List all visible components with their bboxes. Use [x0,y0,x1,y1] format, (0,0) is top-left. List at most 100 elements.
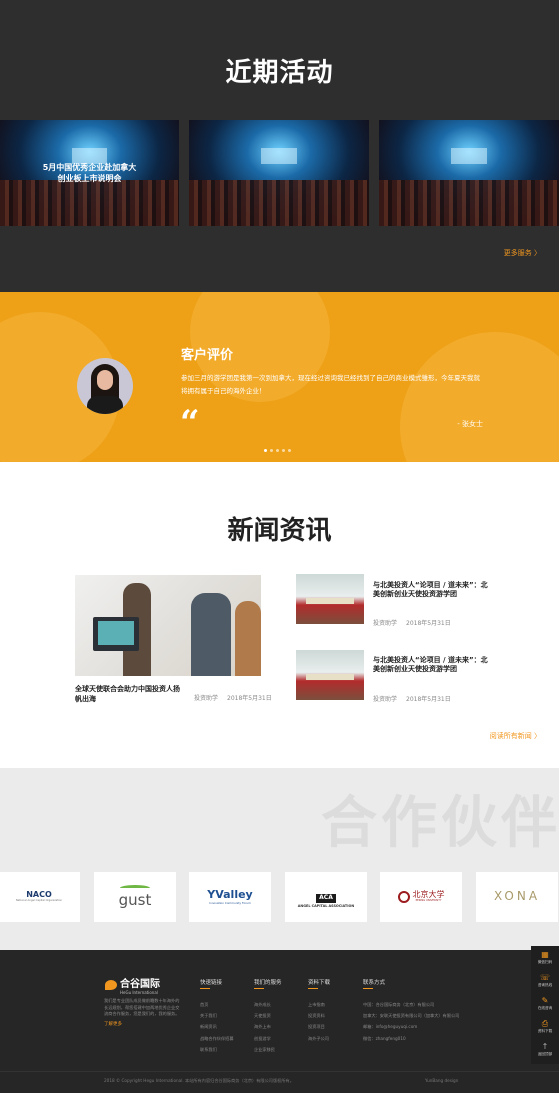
footer-link[interactable]: 天使投资 [254,1010,282,1021]
carousel-dot[interactable] [270,449,273,452]
page: 近期活动 5月中国优秀企业赴加拿大 创业板上市说明会 更多服务 〉 客户评价 参… [0,0,559,1093]
footer-link[interactable]: 创投游学 [254,1033,282,1044]
partner-logo-aca[interactable]: ACA ANGEL CAPITAL ASSOCIATION [285,872,367,922]
logo-text: 合谷国际 [120,979,160,990]
side-label: 微信扫码 [537,960,553,964]
news-item-title[interactable]: 与北美投资人“论项目 / 道未来”：北美创新创业天使投资游学团 [373,581,493,599]
side-label: 资料下载 [537,1029,553,1033]
copyright-text: 2018 © Copyright Hegu International. 本站所… [104,1078,294,1083]
image-person [191,593,231,676]
partners-bg-title: 合作伙伴 [321,791,559,856]
download-icon: ⎙ [541,1019,549,1028]
news-main-image[interactable] [75,575,261,676]
news-item-meta: 投资助学 2018年5月31日 [373,618,460,627]
partner-logo-gust[interactable]: gust [94,872,176,922]
contact-item: 中国：合谷国际商务（北京）有限公司 [363,1002,435,1007]
contact-email[interactable]: 邮箱：info@heguyuqi.com [363,1021,459,1032]
news-item-image[interactable] [296,574,364,624]
footer-column-services: 我们的服务 海外成长 天使投资 海外上市 创投游学 企业家移民 [254,978,282,1055]
divider [254,988,264,989]
image-banner [306,674,354,680]
partner-logo-naco[interactable]: NACO National Angel Capital Organization [0,872,80,922]
news-date: 2018年5月31日 [227,695,272,702]
partner-name: ACA [316,894,336,903]
logo-sub: HeGu International [120,990,158,995]
footer-link[interactable]: 首页 [200,999,234,1010]
side-toolbar: ▦ 微信扫码 ☏ 咨询热线 ✎ 在线咨询 ⎙ 资料下载 ↑ 返回顶部 [531,946,559,1064]
carousel-dot[interactable] [264,449,267,452]
footer-more-link[interactable]: 了解更多 [104,1021,122,1027]
partners-section: 合作伙伴 NACO National Angel Capital Organiz… [0,768,559,950]
news-category: 投资助学 [373,620,398,627]
divider [0,1071,559,1072]
side-label: 在线咨询 [537,1006,553,1010]
image-banner [306,598,354,604]
footer-column-title: 我们的服务 [254,980,282,986]
partner-logo-xona[interactable]: XONA [476,872,558,922]
stage-screen [261,148,297,164]
footer-link[interactable]: 上市指南 [308,999,330,1010]
partner-sub: ANGEL CAPITAL ASSOCIATION [297,903,355,908]
image-person [235,601,261,676]
side-consult-button[interactable]: ✎ 在线咨询 [531,992,559,1015]
carousel-dot[interactable] [276,449,279,452]
carousel-dot[interactable] [288,449,291,452]
side-hotline-button[interactable]: ☏ 咨询热线 [531,969,559,992]
audience-image [0,180,179,226]
side-wechat-button[interactable]: ▦ 微信扫码 [531,946,559,969]
pku-emblem-icon [397,891,410,903]
footer-link[interactable]: 新闻资讯 [200,1021,234,1032]
event-card[interactable]: 5月中国优秀企业赴加拿大 创业板上市说明会 [0,120,179,226]
footer-column-quick-links: 快速链接 首页 关于我们 新闻资讯 战略合作伙伴招募 联系我们 [200,978,234,1055]
partner-sub: National Angel Capital Organization [15,898,63,902]
news-main-meta: 投资助学 2018年5月31日 [194,693,281,702]
review-author: - 张女士 [457,420,483,428]
design-credit: YunBang design [425,1078,459,1083]
side-back-to-top-button[interactable]: ↑ 返回顶部 [531,1038,559,1061]
divider [363,988,373,989]
stage-screen [451,148,487,164]
side-download-button[interactable]: ⎙ 资料下载 [531,1015,559,1038]
footer-column-title: 快速链接 [200,980,223,986]
footer-logo[interactable]: 合谷国际 HeGu International [105,975,160,995]
partner-logo-pku[interactable]: 北京大学 PEKING UNIVERSITY [380,872,462,922]
footer-link[interactable]: 投资项目 [308,1021,330,1032]
news-item-title[interactable]: 与北美投资人“论项目 / 道未来”：北美创新创业天使投资游学团 [373,656,493,674]
news-item-meta: 投资助学 2018年5月31日 [373,694,460,703]
footer-link[interactable]: 联系我们 [200,1044,234,1055]
news-item-image[interactable] [296,650,364,700]
read-all-news-link[interactable]: 阅读所有新闻 〉 [490,731,541,741]
footer-link[interactable]: 投资资料 [308,1010,330,1021]
events-section: 近期活动 5月中国优秀企业赴加拿大 创业板上市说明会 更多服务 〉 [0,0,559,292]
footer-link[interactable]: 企业家移民 [254,1044,282,1055]
news-category: 投资助学 [373,696,398,703]
event-card[interactable] [379,120,559,226]
side-label: 返回顶部 [537,1052,553,1056]
footer-column-contact: 联系方式 中国：合谷国际商务（北京）有限公司 加拿大：安联天使投资有限公司（加拿… [363,978,459,1044]
arrow-up-icon: ↑ [541,1042,549,1051]
footer-description: 我们是专业团队成员做前瞻数十年海外的长远规划，帮您搭建中加两地优秀企业交流商合作… [104,998,180,1016]
news-main-title[interactable]: 全球天使联合会助力中国投资人扬帆出海 [75,684,185,704]
avatar [77,358,133,414]
divider [308,988,318,989]
news-category: 投资助学 [194,695,219,702]
partner-logo-yvalley[interactable]: YValley Innovation Community Forum [189,872,271,922]
more-services-link[interactable]: 更多服务 〉 [504,248,541,258]
logo-mark-icon [105,980,117,990]
footer-link[interactable]: 海外成长 [254,999,282,1010]
contact-item: 加拿大：安联天使投资有限公司（加拿大）有限公司 [363,1013,460,1019]
footer-link[interactable]: 海外上市 [254,1021,282,1032]
divider [200,988,210,989]
footer-link[interactable]: 关于我们 [200,1010,234,1021]
footer-column-title: 联系方式 [363,980,386,986]
footer-link[interactable]: 战略合作伙伴招募 [200,1033,234,1044]
event-card[interactable] [189,120,369,226]
partner-sub: PEKING UNIVERSITY [415,898,442,902]
footer: 合谷国际 HeGu International 我们是专业团队成员做前瞻数十年海… [0,950,559,1093]
review-text: 参加三月的游学团是我第一次到加拿大，现在经过咨询我已经找到了自己的商业模式雏形，… [181,374,480,395]
carousel-dot[interactable] [282,449,285,452]
review-title: 客户评价 [181,348,234,363]
phone-icon: ☏ [539,973,550,982]
footer-link[interactable]: 海外子公司 [308,1033,330,1044]
edit-icon: ✎ [541,996,549,1005]
